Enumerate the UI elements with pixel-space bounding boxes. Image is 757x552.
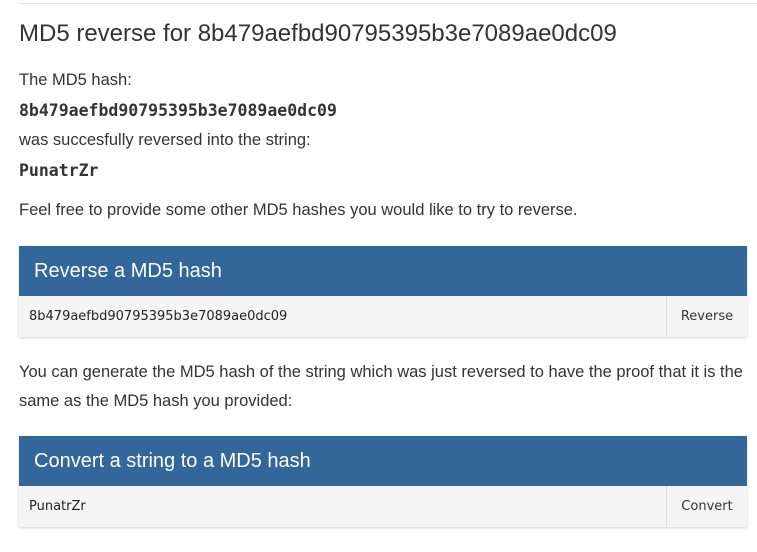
string-input[interactable]: [19, 486, 666, 527]
reverse-panel: Reverse a MD5 hash Reverse: [19, 246, 747, 337]
convert-panel-heading: Convert a string to a MD5 hash: [19, 436, 747, 486]
convert-button[interactable]: Convert: [666, 486, 747, 527]
reverse-panel-heading: Reverse a MD5 hash: [19, 246, 747, 296]
hash-label: The MD5 hash:: [19, 71, 132, 89]
top-divider: [19, 3, 757, 4]
page-title: MD5 reverse for 8b479aefbd90795395b3e708…: [19, 20, 617, 47]
invite-text: Feel free to provide some other MD5 hash…: [19, 201, 578, 219]
md5-hash-input[interactable]: [19, 296, 666, 337]
hash-value: 8b479aefbd90795395b3e7089ae0dc09: [19, 101, 337, 120]
reversed-value: PunatrZr: [19, 161, 99, 180]
reverse-button[interactable]: Reverse: [666, 296, 747, 337]
reversed-label: was succesfully reversed into the string…: [19, 131, 311, 149]
generate-text: You can generate the MD5 hash of the str…: [19, 363, 743, 410]
convert-form: Convert: [19, 486, 747, 527]
reverse-form: Reverse: [19, 296, 747, 337]
convert-panel: Convert a string to a MD5 hash Convert: [19, 436, 747, 527]
